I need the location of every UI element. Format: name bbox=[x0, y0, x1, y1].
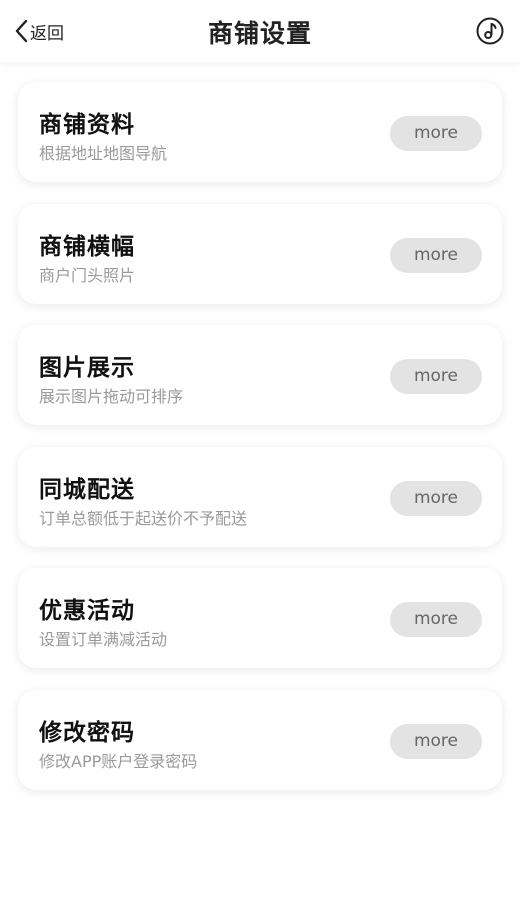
more-button[interactable]: more bbox=[390, 359, 482, 394]
card-subtitle: 修改APP账户登录密码 bbox=[39, 751, 198, 771]
page-title: 商铺设置 bbox=[207, 19, 312, 48]
card-subtitle: 展示图片拖动可排序 bbox=[39, 387, 184, 406]
more-button[interactable]: more bbox=[390, 237, 482, 273]
top-nav-bar: 返回 商铺设置 bbox=[0, 0, 520, 62]
music-note-circle-icon[interactable] bbox=[476, 17, 504, 45]
card-title: 修改密码 bbox=[39, 719, 135, 746]
more-button[interactable]: more bbox=[390, 723, 482, 759]
more-button[interactable]: more bbox=[390, 602, 482, 637]
card-subtitle: 订单总额低于起送价不予配送 bbox=[39, 508, 248, 528]
card-title: 同城配送 bbox=[39, 476, 135, 503]
settings-card-change-password[interactable]: 修改密码 修改APP账户登录密码 more bbox=[18, 689, 502, 790]
card-subtitle: 商户门头照片 bbox=[39, 265, 136, 285]
more-button[interactable]: more bbox=[390, 116, 482, 151]
settings-card-image-display[interactable]: 图片展示 展示图片拖动可排序 more bbox=[18, 325, 502, 425]
settings-card-promotions[interactable]: 优惠活动 设置订单满减活动 more bbox=[18, 568, 502, 668]
more-button[interactable]: more bbox=[390, 480, 482, 516]
card-title: 商铺横幅 bbox=[39, 233, 135, 260]
card-subtitle: 设置订单满减活动 bbox=[39, 630, 168, 649]
settings-card-shop-banner[interactable]: 商铺横幅 商户门头照片 more bbox=[18, 203, 502, 304]
card-title: 图片展示 bbox=[39, 355, 135, 381]
card-subtitle: 根据地址地图导航 bbox=[39, 144, 168, 163]
settings-card-local-delivery[interactable]: 同城配送 订单总额低于起送价不予配送 more bbox=[18, 446, 502, 547]
card-title: 优惠活动 bbox=[39, 598, 135, 624]
settings-list: 商铺资料 根据地址地图导航 more 商铺横幅 商户门头照片 more 图片展示… bbox=[18, 82, 502, 811]
settings-card-shop-info[interactable]: 商铺资料 根据地址地图导航 more bbox=[18, 82, 502, 182]
card-title: 商铺资料 bbox=[39, 112, 135, 138]
